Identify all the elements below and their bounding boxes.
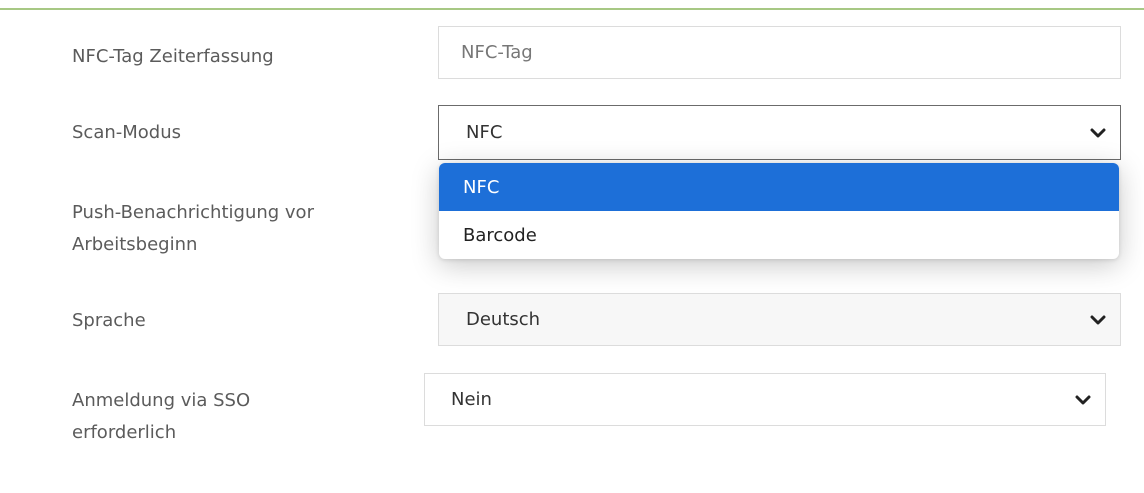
push-label-line1: Push-Benachrichtigung vor	[72, 202, 314, 223]
scan-mode-label: Scan-Modus	[72, 122, 182, 143]
scan-mode-select[interactable]: NFC	[438, 105, 1121, 160]
chevron-down-icon	[1075, 395, 1091, 404]
top-divider	[0, 0, 1144, 10]
scan-mode-option-nfc[interactable]: NFC	[439, 163, 1119, 211]
scan-mode-dropdown: NFC Barcode	[439, 163, 1119, 259]
sso-value: Nein	[451, 389, 492, 410]
nfc-tag-input[interactable]: NFC-Tag	[438, 26, 1121, 79]
scan-mode-option-barcode[interactable]: Barcode	[439, 211, 1119, 259]
sso-select[interactable]: Nein	[424, 373, 1106, 426]
chevron-down-icon	[1090, 315, 1106, 324]
nfc-tag-label: NFC-Tag Zeiterfassung	[72, 46, 274, 67]
push-label-line2: Arbeitsbeginn	[72, 234, 198, 255]
language-label: Sprache	[72, 310, 146, 331]
nfc-tag-placeholder: NFC-Tag	[461, 42, 533, 63]
language-value: Deutsch	[466, 309, 541, 330]
sso-label-line2: erforderlich	[72, 422, 177, 443]
language-select[interactable]: Deutsch	[438, 293, 1121, 346]
scan-mode-value: NFC	[466, 122, 503, 143]
sso-label-line1: Anmeldung via SSO	[72, 390, 251, 411]
chevron-down-icon	[1090, 128, 1106, 137]
